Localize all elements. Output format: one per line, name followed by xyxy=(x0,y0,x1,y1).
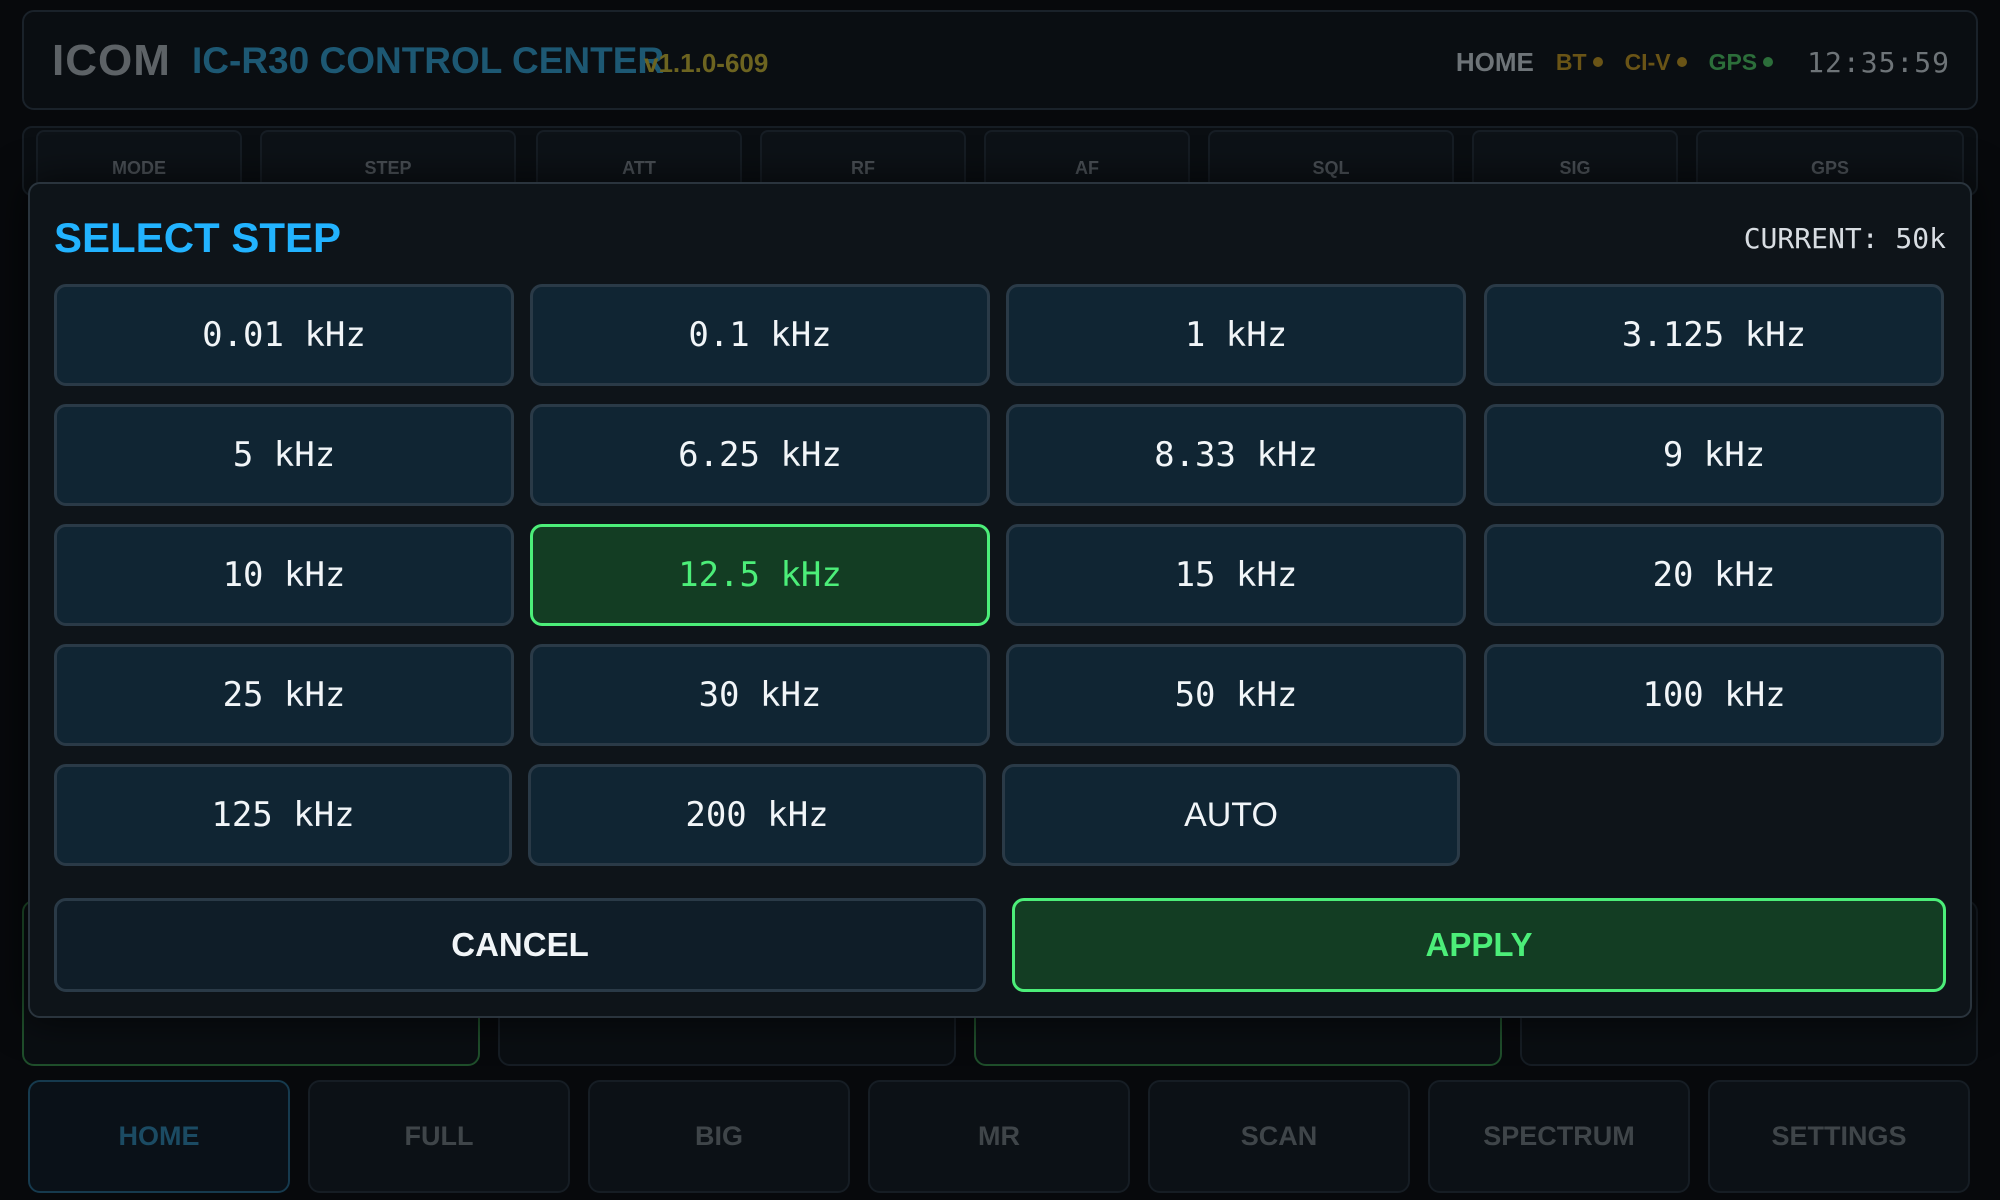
status-dot-icon xyxy=(1763,57,1774,67)
nav-mr[interactable]: MR xyxy=(868,1080,1130,1193)
step-option-0-01khz[interactable]: 0.01 kHz xyxy=(54,284,514,386)
bottom-nav: HOME FULL BIG MR SCAN SPECTRUM SETTINGS xyxy=(28,1080,1972,1195)
step-option-auto[interactable]: AUTO xyxy=(1002,764,1460,866)
param-step[interactable]: STEP xyxy=(260,130,516,190)
status-civ: CI-V xyxy=(1625,49,1687,76)
step-option-125khz[interactable]: 125 kHz xyxy=(54,764,512,866)
param-sig[interactable]: SIG xyxy=(1472,130,1678,190)
dialog-title: SELECT STEP xyxy=(54,214,342,261)
apply-button[interactable]: APPLY xyxy=(1012,898,1946,992)
step-option-100khz[interactable]: 100 kHz xyxy=(1484,644,1944,746)
step-option-8-33khz[interactable]: 8.33 kHz xyxy=(1006,404,1466,506)
step-option-1khz[interactable]: 1 kHz xyxy=(1006,284,1466,386)
brand-logo: ICOM xyxy=(52,36,171,85)
nav-home[interactable]: HOME xyxy=(28,1080,290,1193)
step-option-0-1khz[interactable]: 0.1 kHz xyxy=(530,284,990,386)
nav-spectrum[interactable]: SPECTRUM xyxy=(1428,1080,1690,1193)
nav-scan[interactable]: SCAN xyxy=(1148,1080,1410,1193)
step-option-30khz[interactable]: 30 kHz xyxy=(530,644,990,746)
step-option-5khz[interactable]: 5 kHz xyxy=(54,404,514,506)
status-dot-icon xyxy=(1676,57,1687,67)
status-dot-icon xyxy=(1592,57,1603,67)
nav-full[interactable]: FULL xyxy=(308,1080,570,1193)
status-civ-label: CI-V xyxy=(1624,48,1671,75)
nav-settings[interactable]: SETTINGS xyxy=(1708,1080,1970,1193)
step-option-10khz[interactable]: 10 kHz xyxy=(54,524,514,626)
step-option-6-25khz[interactable]: 6.25 kHz xyxy=(530,404,990,506)
header-home-link[interactable]: HOME xyxy=(1456,47,1534,78)
status-bt: BT xyxy=(1556,49,1603,76)
step-option-50khz[interactable]: 50 kHz xyxy=(1006,644,1466,746)
param-af[interactable]: AF xyxy=(984,130,1190,190)
step-option-9khz[interactable]: 9 kHz xyxy=(1484,404,1944,506)
param-mode[interactable]: MODE xyxy=(36,130,242,190)
top-header: ICOM IC-R30 CONTROL CENTER v1.1.0-609 HO… xyxy=(22,10,1978,110)
select-step-dialog: SELECT STEP CURRENT: 50k 0.01 kHz 0.1 kH… xyxy=(28,182,1972,1018)
version-label: v1.1.0-609 xyxy=(644,48,769,78)
step-option-15khz[interactable]: 15 kHz xyxy=(1006,524,1466,626)
param-gps[interactable]: GPS xyxy=(1696,130,1964,190)
param-att[interactable]: ATT xyxy=(536,130,742,190)
nav-big[interactable]: BIG xyxy=(588,1080,850,1193)
step-option-25khz[interactable]: 25 kHz xyxy=(54,644,514,746)
param-rf[interactable]: RF xyxy=(760,130,966,190)
clock: 12:35:59 xyxy=(1807,45,1950,79)
step-option-20khz[interactable]: 20 kHz xyxy=(1484,524,1944,626)
header-status-area: HOME BT CI-V GPS 12:35:59 xyxy=(1456,40,1950,84)
status-bt-label: BT xyxy=(1555,48,1587,75)
cancel-button[interactable]: CANCEL xyxy=(54,898,986,992)
step-option-12-5khz[interactable]: 12.5 kHz xyxy=(530,524,990,626)
status-gps-label: GPS xyxy=(1708,48,1758,75)
step-option-3-125khz[interactable]: 3.125 kHz xyxy=(1484,284,1944,386)
current-step-label: CURRENT: 50k xyxy=(1743,222,1946,255)
step-option-200khz[interactable]: 200 kHz xyxy=(528,764,986,866)
param-sql[interactable]: SQL xyxy=(1208,130,1454,190)
app-title: IC-R30 CONTROL CENTER xyxy=(192,40,665,81)
status-gps: GPS xyxy=(1709,49,1774,76)
